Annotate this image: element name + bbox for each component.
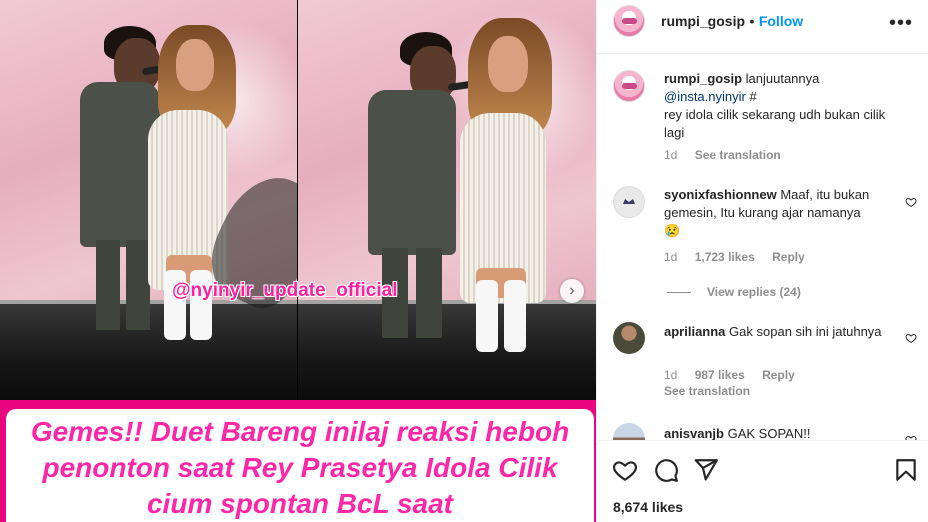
comment-likes[interactable]: 987 likes bbox=[695, 368, 745, 382]
stage-floor bbox=[298, 300, 596, 400]
separator-dot: • bbox=[749, 13, 755, 29]
comment-meta: 1d 987 likes Reply bbox=[664, 368, 809, 382]
comment-reply-button[interactable]: Reply bbox=[762, 368, 795, 382]
comment-time: 1d bbox=[664, 250, 678, 264]
video-frame-left bbox=[0, 0, 297, 400]
caption-username[interactable]: rumpi_gosip bbox=[664, 71, 742, 86]
video-watermark: @nyinyir_update_official bbox=[172, 280, 398, 301]
post-like-count[interactable]: 8,674 likes bbox=[613, 499, 683, 515]
post-actions: 8,674 likes bbox=[597, 440, 928, 522]
comment-like-icon[interactable] bbox=[905, 332, 917, 344]
comment-body: GAK SOPAN!! bbox=[727, 426, 811, 440]
comment-time: 1d bbox=[664, 368, 678, 382]
author-username[interactable]: rumpi_gosip bbox=[661, 13, 745, 29]
share-send-icon[interactable] bbox=[693, 457, 719, 483]
comment-likes[interactable]: 1,723 likes bbox=[695, 250, 755, 264]
caption-see-translation[interactable]: See translation bbox=[695, 148, 781, 162]
author-avatar[interactable] bbox=[613, 5, 645, 37]
view-replies-button[interactable]: View replies (24) bbox=[667, 285, 801, 299]
caption-text: rumpi_gosip lanjuutannya @insta.nyinyir … bbox=[664, 70, 896, 142]
comment-username[interactable]: syonixfashionnew bbox=[664, 187, 777, 202]
caption-mention[interactable]: @insta.nyinyir bbox=[664, 89, 746, 104]
comment-meta: 1d 1,723 likes Reply bbox=[664, 250, 819, 264]
caption-line-3: rey idola cilik sekarang udh bukan cilik… bbox=[664, 107, 886, 140]
chevron-right-icon: › bbox=[569, 282, 575, 299]
headline-text: Gemes!! Duet Bareng inilaj reaksi heboh … bbox=[30, 416, 570, 519]
comment-text: syonixfashionnew Maaf, itu bukan gemesin… bbox=[664, 186, 896, 240]
comment-text: anisvanjb GAK SOPAN!! bbox=[664, 425, 896, 440]
headline-banner: Gemes!! Duet Bareng inilaj reaksi heboh … bbox=[0, 400, 596, 522]
post-header: rumpi_gosip • Follow ••• bbox=[597, 0, 928, 54]
more-horizontal-icon: ••• bbox=[888, 12, 913, 34]
next-slide-button[interactable]: › bbox=[560, 279, 584, 303]
caption-hash: # bbox=[749, 89, 757, 104]
crown-logo-icon bbox=[623, 199, 635, 204]
follow-button[interactable]: Follow bbox=[759, 13, 803, 29]
post-sidebar: rumpi_gosip • Follow ••• rumpi_gosip lan… bbox=[596, 0, 928, 522]
comment-reply-button[interactable]: Reply bbox=[772, 250, 805, 264]
video-frame-right bbox=[298, 0, 596, 400]
comment-body: Gak sopan sih ini jatuhnya bbox=[729, 324, 882, 339]
comment-translation: See translation bbox=[664, 384, 764, 398]
comment-like-icon[interactable] bbox=[905, 196, 917, 208]
like-heart-icon[interactable] bbox=[612, 457, 638, 483]
comment-avatar[interactable] bbox=[613, 423, 645, 440]
post-media[interactable]: @nyinyir_update_official › Gemes!! Duet … bbox=[0, 0, 596, 522]
comment-avatar[interactable] bbox=[613, 186, 645, 218]
comment-bubble-icon[interactable] bbox=[653, 457, 679, 483]
more-options-button[interactable]: ••• bbox=[889, 12, 913, 35]
comment-see-translation[interactable]: See translation bbox=[664, 384, 750, 398]
caption-time: 1d bbox=[664, 148, 678, 162]
comment-username[interactable]: aprilianna bbox=[664, 324, 725, 339]
comments-list[interactable]: rumpi_gosip lanjuutannya @insta.nyinyir … bbox=[597, 54, 928, 440]
caption-meta: 1d See translation bbox=[664, 148, 795, 162]
comment-avatar[interactable] bbox=[613, 322, 645, 354]
comment-emoji: 😢 bbox=[664, 223, 681, 238]
caption-avatar[interactable] bbox=[613, 70, 645, 102]
comment-username[interactable]: anisvanjb bbox=[664, 426, 724, 440]
bookmark-icon[interactable] bbox=[893, 457, 919, 483]
comment-text: aprilianna Gak sopan sih ini jatuhnya bbox=[664, 323, 896, 341]
caption-line-1: lanjuutannya bbox=[745, 71, 820, 86]
